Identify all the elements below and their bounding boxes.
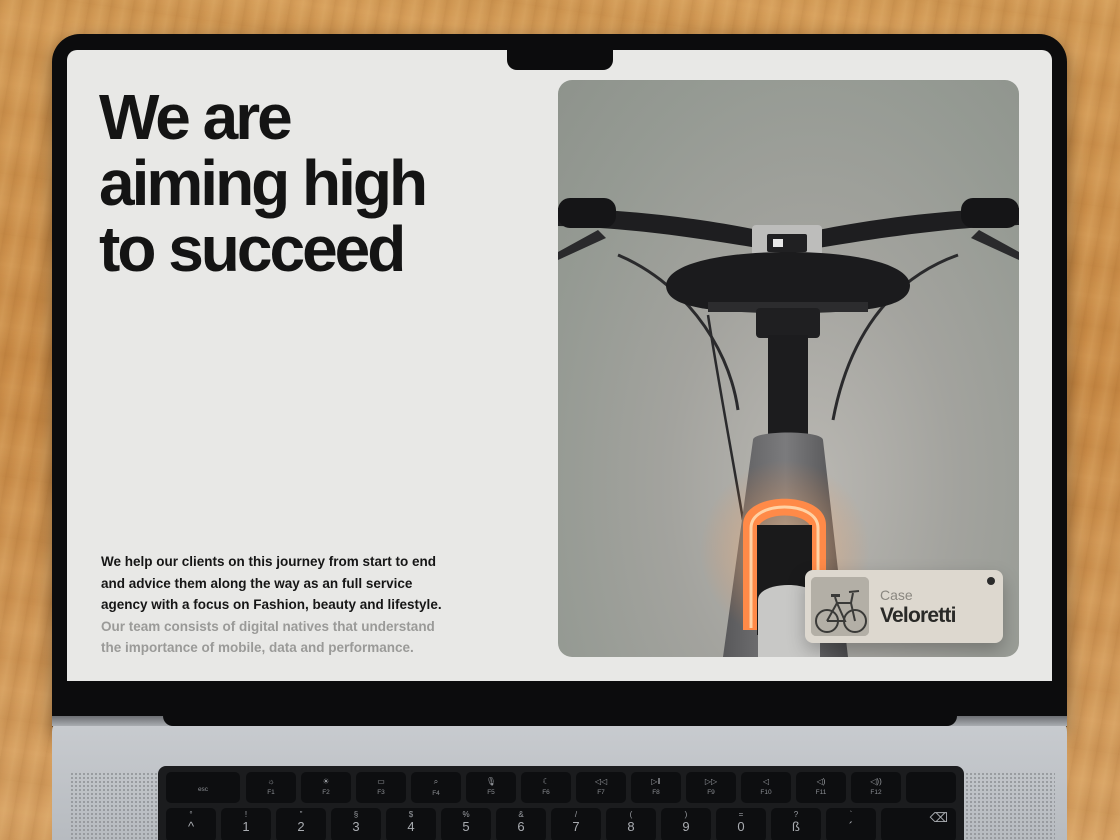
key-label: F7 (597, 789, 605, 796)
headline-line-2: aiming high (99, 147, 428, 219)
backspace-icon: ⌫ (929, 810, 948, 825)
key-8[interactable]: ( 8 (606, 808, 656, 840)
key-shift-symbol: ? (793, 810, 799, 819)
website-screen: We are aiming high to succeed We help ou… (67, 50, 1052, 681)
play-pause-icon: ▷‖ (651, 777, 661, 786)
camera-notch (507, 49, 613, 70)
brightness-up-icon: ☀ (322, 777, 330, 786)
keyboard: esc ☼ F1 ☀ F2 ▭ F3 ⌕ F4 🎙 F5 ☾ F6 ◁◁ F7 … (158, 766, 964, 840)
key-shift-symbol: § (353, 810, 359, 819)
key-label: F3 (377, 789, 385, 796)
volume-up-icon: ◁)) (870, 777, 882, 786)
key-shift-symbol: ) (684, 810, 688, 819)
key-f1[interactable]: ☼ F1 (246, 772, 296, 803)
key-label: F1 (267, 789, 275, 796)
intro-paragraph: We help our clients on this journey from… (101, 551, 451, 659)
key-label: F6 (542, 789, 550, 796)
microphone-icon: 🎙 (485, 777, 497, 786)
key-1[interactable]: ! 1 (221, 808, 271, 840)
key-main-symbol: 5 (462, 819, 470, 834)
headline-line-3: to succeed (99, 213, 406, 285)
key-f3[interactable]: ▭ F3 (356, 772, 406, 803)
right-speaker-grille (965, 772, 1055, 840)
mute-icon: ◁ (762, 777, 770, 786)
key-shift-symbol: ( (629, 810, 633, 819)
key-touch-id[interactable] (906, 772, 956, 803)
key-main-symbol: 7 (572, 819, 580, 834)
key-0[interactable]: = 0 (716, 808, 766, 840)
hero-bike-image: Case Veloretti (558, 80, 1019, 657)
key-label: F4 (432, 790, 440, 797)
intro-primary-text: We help our clients on this journey from… (101, 554, 442, 612)
key-label: F9 (707, 789, 715, 796)
key-6[interactable]: & 6 (496, 808, 546, 840)
key-main-symbol: ´ (848, 819, 854, 834)
key-f10[interactable]: ◁ F10 (741, 772, 791, 803)
key-5[interactable]: % 5 (441, 808, 491, 840)
hero-headline: We are aiming high to succeed (99, 84, 519, 282)
key-main-symbol: 3 (352, 819, 360, 834)
key-f9[interactable]: ▷▷ F9 (686, 772, 736, 803)
key-label: F10 (760, 789, 772, 796)
key-shift-symbol: ` (849, 810, 853, 819)
key-main-symbol: 1 (242, 819, 250, 834)
key-eszett[interactable]: ? ß (771, 808, 821, 840)
key-f6[interactable]: ☾ F6 (521, 772, 571, 803)
bicycle-thumbnail-icon (811, 577, 869, 636)
key-main-symbol: 4 (407, 819, 415, 834)
case-card[interactable]: Case Veloretti (805, 570, 1003, 643)
key-main-symbol: 2 (297, 819, 305, 834)
case-title: Veloretti (880, 604, 956, 627)
key-4[interactable]: $ 4 (386, 808, 436, 840)
key-accent[interactable]: ` ´ (826, 808, 876, 840)
key-3[interactable]: § 3 (331, 808, 381, 840)
key-shift-symbol: % (462, 810, 470, 819)
headline-line-1: We are (99, 81, 293, 153)
key-main-symbol: 6 (517, 819, 525, 834)
key-shift-symbol: & (518, 810, 524, 819)
key-label: F11 (815, 789, 827, 796)
key-f4[interactable]: ⌕ F4 (411, 772, 461, 803)
key-7[interactable]: / 7 (551, 808, 601, 840)
key-main-symbol: 8 (627, 819, 635, 834)
key-f7[interactable]: ◁◁ F7 (576, 772, 626, 803)
moon-icon: ☾ (542, 777, 550, 786)
key-f11[interactable]: ◁) F11 (796, 772, 846, 803)
key-shift-symbol: $ (408, 810, 414, 819)
key-main-symbol: ^ (187, 819, 195, 834)
intro-secondary-text: Our team consists of digital natives tha… (101, 618, 435, 656)
case-indicator-dot (987, 577, 995, 585)
key-shift-symbol: / (574, 810, 578, 819)
key-f12[interactable]: ◁)) F12 (851, 772, 901, 803)
key-f2[interactable]: ☀ F2 (301, 772, 351, 803)
fast-forward-icon: ▷▷ (704, 777, 718, 786)
case-thumbnail (811, 577, 869, 636)
key-f8[interactable]: ▷‖ F8 (631, 772, 681, 803)
key-esc[interactable]: esc (166, 772, 240, 803)
key-shift-symbol: = (738, 810, 744, 819)
key-label: esc (197, 786, 209, 793)
key-label: F8 (652, 789, 660, 796)
key-main-symbol: 0 (737, 819, 745, 834)
key-shift-symbol: ° (189, 810, 193, 819)
key-f5[interactable]: 🎙 F5 (466, 772, 516, 803)
volume-down-icon: ◁) (816, 777, 826, 786)
key-caret[interactable]: ° ^ (166, 808, 216, 840)
key-label: F5 (487, 789, 495, 796)
hinge-recess (163, 716, 957, 726)
key-shift-symbol: ! (244, 810, 248, 819)
brightness-down-icon: ☼ (267, 777, 275, 786)
mission-control-icon: ▭ (377, 777, 385, 786)
key-2[interactable]: " 2 (276, 808, 326, 840)
search-icon: ⌕ (433, 777, 439, 786)
rewind-icon: ◁◁ (594, 777, 608, 786)
key-backspace[interactable]: ⌫ (881, 808, 956, 840)
key-9[interactable]: ) 9 (661, 808, 711, 840)
key-main-symbol: 9 (682, 819, 690, 834)
key-shift-symbol: " (299, 810, 303, 819)
key-label: F2 (322, 789, 330, 796)
key-label: F12 (870, 789, 882, 796)
case-label: Case (880, 587, 913, 603)
key-main-symbol: ß (792, 819, 800, 834)
